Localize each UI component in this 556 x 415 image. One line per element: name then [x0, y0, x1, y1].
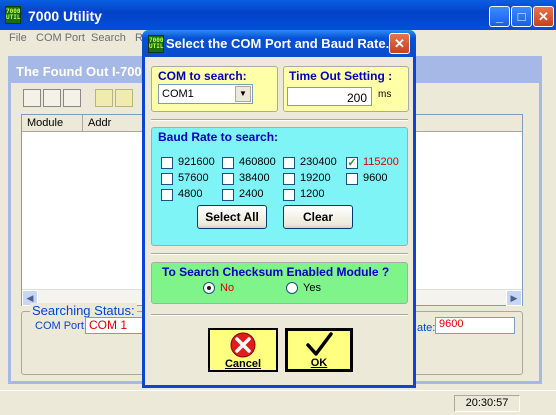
ok-label: OK	[310, 357, 328, 369]
checksum-yes-radio[interactable]	[286, 282, 298, 294]
timeout-input[interactable]: 200	[287, 87, 372, 106]
baud-460800-label: 460800	[239, 156, 276, 168]
baud-9600-checkbox[interactable]	[346, 173, 358, 185]
baud-921600-checkbox[interactable]	[161, 157, 173, 169]
cancel-button[interactable]: Cancel	[208, 328, 278, 372]
column-divider	[82, 115, 83, 131]
chevron-down-icon[interactable]: ▼	[235, 86, 251, 102]
baud-1200-label: 1200	[300, 188, 325, 200]
radio-selected-dot	[207, 286, 211, 290]
com-baud-dialog: 7000 UTIL Select the COM Port and Baud R…	[142, 30, 416, 388]
menu-com-port[interactable]: COM Port	[36, 32, 85, 44]
divider	[151, 253, 408, 255]
maximize-button[interactable]: □	[511, 6, 532, 27]
menu-file[interactable]: File	[9, 32, 27, 44]
baud-38400-checkbox[interactable]	[222, 173, 234, 185]
app-icon: 7000 UTIL	[5, 6, 21, 24]
dialog-title-bar[interactable]: 7000 UTIL Select the COM Port and Baud R…	[142, 30, 416, 57]
searching-status-label: Searching Status:	[30, 303, 137, 318]
menu-search[interactable]: Search	[91, 32, 126, 44]
checksum-no-radio[interactable]	[203, 282, 215, 294]
checksum-group-label: To Search Checksum Enabled Module ?	[162, 265, 390, 279]
save-icon[interactable]	[43, 89, 61, 107]
timeout-group-label: Time Out Setting :	[289, 69, 393, 83]
divider	[151, 119, 408, 121]
baud-460800-checkbox[interactable]	[222, 157, 234, 169]
baud-4800-checkbox[interactable]	[161, 189, 173, 201]
checksum-yes-label: Yes	[303, 282, 321, 294]
baud-115200-checkbox[interactable]: ✓	[346, 157, 358, 169]
print-icon[interactable]	[63, 89, 81, 107]
close-button[interactable]: ✕	[533, 6, 554, 27]
checksum-group: To Search Checksum Enabled Module ?	[151, 262, 408, 304]
checksum-no-label: No	[220, 282, 235, 294]
baud-2400-checkbox[interactable]	[222, 189, 234, 201]
baud-19200-checkbox[interactable]	[283, 173, 295, 185]
baud-group-label: Baud Rate to search:	[158, 130, 279, 144]
dialog-close-button[interactable]: ✕	[389, 33, 410, 54]
com-port-select[interactable]: COM1 ▼	[158, 84, 253, 104]
baud-rate-value: 9600	[435, 317, 515, 334]
open-folder-icon[interactable]	[23, 89, 41, 107]
com-port-label: COM Port:	[35, 320, 87, 332]
dialog-title: Select the COM Port and Baud Rate...	[166, 36, 397, 51]
baud-rate-label: ate:	[417, 322, 436, 334]
baud-57600-label: 57600	[178, 172, 209, 184]
dialog-app-icon: 7000 UTIL	[148, 35, 164, 53]
baud-230400-checkbox[interactable]	[283, 157, 295, 169]
clock: 20:30:57	[454, 395, 520, 412]
checkmark-icon	[306, 332, 333, 356]
baud-2400-label: 2400	[239, 188, 264, 200]
baud-115200-label: 115200	[363, 156, 399, 168]
baud-4800-label: 4800	[178, 188, 203, 200]
column-addr[interactable]: Addr	[88, 117, 111, 129]
clear-button[interactable]: Clear	[283, 205, 353, 229]
play-icon[interactable]	[95, 89, 113, 107]
select-all-button[interactable]: Select All	[197, 205, 267, 229]
child-window-title: The Found Out I-7000	[16, 64, 149, 79]
scroll-right-icon[interactable]: ▶	[506, 290, 522, 306]
baud-230400-label: 230400	[300, 156, 337, 168]
divider	[151, 314, 408, 316]
status-bar: 20:30:57	[0, 390, 556, 415]
com-port-selected: COM1	[162, 88, 194, 100]
pause-icon[interactable]	[115, 89, 133, 107]
baud-921600-label: 921600	[178, 156, 215, 168]
cancel-x-icon	[230, 332, 256, 358]
baud-57600-checkbox[interactable]	[161, 173, 173, 185]
minimize-button[interactable]: _	[489, 6, 510, 27]
ok-button[interactable]: OK	[285, 328, 353, 372]
com-group-label: COM to search:	[158, 69, 247, 83]
baud-rate-group: Baud Rate to search:	[151, 127, 408, 246]
baud-9600-label: 9600	[363, 172, 388, 184]
column-module[interactable]: Module	[27, 117, 63, 129]
main-window-title: 7000 Utility	[28, 8, 102, 24]
cancel-label: Cancel	[224, 358, 262, 370]
main-title-bar[interactable]: 7000 UTIL 7000 Utility _ □ ✕	[0, 0, 556, 30]
timeout-unit: ms	[378, 89, 392, 100]
baud-19200-label: 19200	[300, 172, 331, 184]
baud-1200-checkbox[interactable]	[283, 189, 295, 201]
baud-38400-label: 38400	[239, 172, 270, 184]
